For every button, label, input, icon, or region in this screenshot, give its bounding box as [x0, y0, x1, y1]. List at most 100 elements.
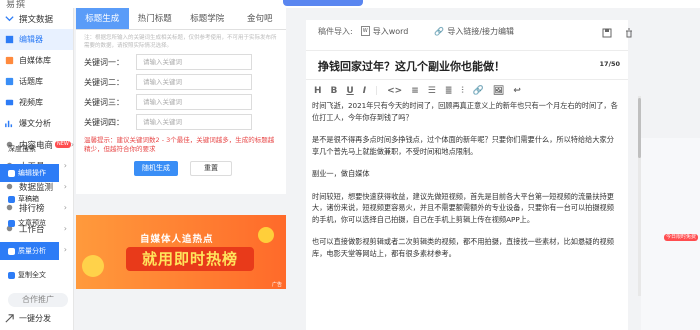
sidebar-item-distribute[interactable]: 一键分发	[4, 313, 51, 324]
library-icon	[4, 55, 15, 66]
paragraph: 也可以直接做影视剪辑或者二次剪辑类的视频，都不用拍摄，直接找一些素材，比如悬疑的…	[312, 237, 614, 258]
undo-icon[interactable]: ↩	[513, 86, 521, 96]
sidebar-item-3[interactable]: 话题库	[0, 71, 73, 92]
copy-all-button[interactable]: 复制全文	[0, 266, 59, 284]
chevron-right-icon: ›	[63, 224, 67, 233]
sun-illustration	[258, 227, 274, 243]
panel-separator	[76, 194, 286, 216]
tab-title-academy[interactable]: 标题学院	[181, 8, 234, 29]
import-link-label: 导入链接/接力编辑	[447, 26, 515, 36]
hot-list-ad-banner[interactable]: 自媒体人追热点 就用即时热榜 广告	[76, 215, 286, 289]
article-body[interactable]: 时间飞逝，2021年只有今天的时间了，回顾再真正意义上的新年也只有一个月左右的时…	[312, 100, 618, 270]
image-insert-icon[interactable]: 🖼	[493, 86, 504, 96]
keyword-input-2[interactable]: 请输入关键词	[136, 74, 252, 90]
sidebar-item-label: 话题库	[19, 77, 43, 86]
keyword-input-1[interactable]: 请输入关键词	[136, 54, 252, 70]
import-word-button[interactable]: W 导入word	[360, 26, 408, 37]
panel-tabs: 标题生成 热门标题 标题学院 金句吧	[76, 8, 286, 30]
warning-text: 温馨提示：建议关键词数2 - 3个最佳，关键词越多，生成的标题越精少，但越符合你…	[84, 136, 275, 153]
save-icon[interactable]	[602, 28, 612, 38]
keyword-row: 关键词一： 请输入关键词	[84, 52, 286, 72]
ad-tag: 广告	[272, 282, 283, 288]
keyword-label: 关键词三：	[84, 97, 124, 107]
chevron-right-icon: ›	[70, 140, 75, 149]
tab-golden-quotes[interactable]: 金句吧	[234, 8, 287, 29]
article-title-input[interactable]: 挣钱回家过年？这几个副业你也能做！	[318, 58, 505, 74]
topic-icon	[4, 76, 15, 87]
reset-button[interactable]: 重置	[190, 161, 232, 176]
article-preview-button[interactable]: 文章预览	[0, 214, 59, 232]
align-icon[interactable]: ≡	[411, 86, 419, 96]
copy-all-label: 复制全文	[18, 271, 46, 279]
share-icon	[4, 313, 15, 324]
keyword-row: 关键词二： 请输入关键词	[84, 72, 286, 92]
limited-free-badge: 今日限时免费	[664, 234, 699, 241]
sidebar-item-1[interactable]: 编辑器	[0, 29, 73, 50]
italic-icon[interactable]: I	[363, 86, 366, 96]
edit-operation-label: 编辑操作	[18, 169, 46, 177]
indent-icon[interactable]: ≣	[445, 86, 453, 96]
sidebar-item-label: 一键分发	[19, 314, 51, 323]
copy-icon	[8, 271, 15, 279]
chevron-down-icon	[4, 13, 15, 24]
keyword-input-3[interactable]: 请输入关键词	[136, 94, 252, 110]
editor-toolbar: H B U I | <> ≡ ☰ ≣ ⫶ 🔗 🖼 ↩	[306, 82, 628, 100]
sidebar-item-2[interactable]: 自媒体库	[0, 50, 73, 71]
chevron-right-icon: ›	[63, 203, 67, 212]
banner-headline: 就用即时热榜	[126, 247, 254, 271]
bold-icon[interactable]: B	[331, 86, 338, 96]
list-icon[interactable]: ☰	[428, 86, 436, 96]
panel-footer	[76, 289, 286, 330]
editor-top-icons	[602, 28, 634, 38]
import-link-button[interactable]: 🔗 导入链接/接力编辑	[434, 26, 514, 37]
title-char-count: 17/50	[599, 60, 620, 68]
sidebar-item-label: 撰文数据	[19, 14, 54, 25]
paragraph: 时间较短，想要快速获得收益，建议先做短视频，首先是目前各大平台第一短视频的流量扶…	[312, 191, 614, 224]
sidebar-item-4[interactable]: 视频库	[0, 92, 73, 113]
chevron-right-icon: ›	[63, 161, 67, 170]
quote-icon[interactable]: ⫶	[461, 86, 463, 96]
edit-operation-button[interactable]: 编辑操作	[0, 164, 59, 182]
sidebar-item-5[interactable]: 爆文分析	[0, 113, 73, 134]
sidebar-item-label: 编辑器	[19, 35, 43, 44]
keyword-label: 关键词二：	[84, 77, 124, 87]
keyword-input-4[interactable]: 请输入关键词	[136, 114, 252, 130]
usage-tip: 注：根据您所输入的关键词生成相关标题，仅供参考使用，不可用于实际发布所需要的数据…	[84, 35, 277, 49]
quality-analysis-label: 质量分析	[18, 247, 46, 255]
chevron-right-icon: ›	[63, 245, 67, 254]
toolbar-divider: |	[375, 86, 379, 96]
article-preview-label: 文章预览	[18, 219, 46, 227]
paragraph: 是不是很不得再多点时间多挣钱点，过个体面的新年呢？只要你们需要什么，所以特给给大…	[312, 135, 614, 156]
tab-hot-titles[interactable]: 热门标题	[129, 8, 182, 29]
top-banner[interactable]	[283, 0, 363, 6]
quality-icon	[8, 247, 15, 255]
deep-search-button[interactable]: 深度搜索	[0, 140, 59, 158]
paragraph: 副业一，做自媒体	[312, 169, 370, 178]
sidebar-promo[interactable]: 合作推广	[8, 293, 68, 307]
tab-title-generate[interactable]: 标题生成	[76, 8, 129, 29]
link-insert-icon[interactable]: 🔗	[473, 86, 484, 96]
sidebar-item-label: 自媒体库	[19, 56, 51, 65]
preview-icon	[8, 219, 15, 227]
draft-box-button[interactable]: 草稿箱	[0, 190, 59, 208]
sidebar-item-0[interactable]: 撰文数据	[0, 8, 73, 29]
import-bar: 稿件导入: W 导入word 🔗 导入链接/接力编辑	[306, 20, 628, 42]
deep-search-label: 深度搜索	[8, 145, 36, 153]
underline-icon[interactable]: U	[346, 86, 353, 96]
top-strip: 易撰	[0, 0, 700, 10]
quality-analysis-button[interactable]: 质量分析	[0, 242, 59, 260]
app-root: 易撰 撰文数据编辑器自媒体库话题库视频库爆文分析内容电商NEW›小工具›数据监测…	[0, 0, 700, 330]
random-generate-button[interactable]: 随机生成	[134, 161, 178, 176]
keyword-row: 关键词三： 请输入关键词	[84, 92, 286, 112]
edit-icon	[8, 169, 15, 177]
draft-icon	[8, 195, 15, 203]
import-label: 稿件导入:	[318, 26, 353, 36]
sidebar-item-label: 爆文分析	[19, 119, 51, 128]
code-icon[interactable]: <>	[387, 86, 402, 96]
banner-subtitle: 自媒体人追热点	[140, 234, 214, 245]
keyword-row: 关键词四： 请输入关键词	[84, 112, 286, 132]
heading-icon[interactable]: H	[314, 86, 322, 96]
person-illustration	[82, 255, 104, 277]
chart-icon	[4, 118, 15, 129]
delete-icon[interactable]	[624, 28, 634, 38]
